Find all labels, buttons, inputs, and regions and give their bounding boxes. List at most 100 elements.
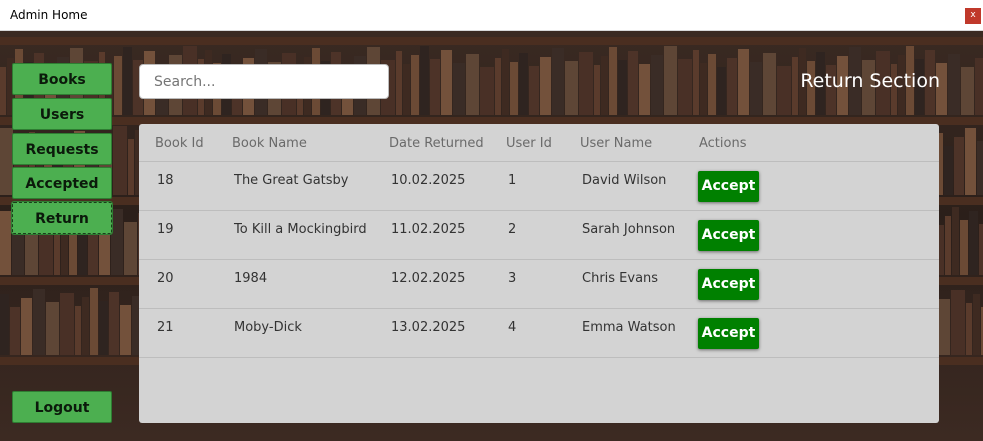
logout-button[interactable]: Logout [12,391,112,423]
column-header-user-name: User Name [580,136,653,151]
accept-button[interactable]: Accept [698,171,759,202]
book-spine [99,301,108,355]
column-header-book-name: Book Name [232,136,307,151]
book-spine [700,63,707,115]
cell-user-id: 3 [508,271,517,286]
cell-book-name: The Great Gatsby [234,173,349,188]
book-spine [88,227,98,275]
cell-user-id: 1 [508,173,517,188]
book-spine [420,46,429,115]
book-spine [975,58,983,115]
page-title: Return Section [800,70,940,92]
table-row: 21 Moby-Dick 13.02.2025 4 Emma Watson Ac… [139,309,939,358]
book-spine [123,47,132,115]
book-spine [502,49,509,115]
book-spine [708,54,716,115]
book-spine [124,222,137,275]
book-spine [480,67,494,115]
book-spine [466,54,479,115]
book-spine [966,303,972,355]
cell-book-id: 19 [157,222,174,237]
book-spine [441,50,452,115]
book-spine [0,294,9,355]
cell-user-id: 4 [508,320,517,335]
book-spine [618,60,627,115]
book-spine [33,289,45,355]
nav-return-button[interactable]: Return [11,201,113,235]
book-spine [965,128,976,195]
book-spine [628,51,638,115]
book-spine [717,67,726,115]
cell-book-id: 20 [157,271,174,286]
cell-date-returned: 11.02.2025 [391,222,466,237]
book-spine [495,58,501,115]
window-titlebar: Admin Home x [0,0,983,31]
accept-button[interactable]: Accept [698,220,759,251]
book-spine [403,64,410,115]
book-spine [10,307,20,355]
book-spine [46,302,59,355]
book-spine [128,139,134,195]
cell-date-returned: 13.02.2025 [391,320,466,335]
book-spine [651,55,663,115]
cell-user-id: 2 [508,222,517,237]
book-spine [977,141,983,195]
book-spine [411,55,419,115]
cell-book-id: 18 [157,173,174,188]
book-spine [944,146,953,195]
book-spine [510,62,518,115]
book-spine [678,59,692,115]
nav-accepted-button[interactable]: Accepted [12,167,112,199]
book-spine [120,305,131,355]
column-header-book-id: Book Id [155,136,204,151]
book-spine [777,66,791,115]
nav-requests-button[interactable]: Requests [12,133,112,165]
book-spine [60,293,74,355]
cell-user-name: Sarah Johnson [582,222,676,237]
book-spine [948,54,960,115]
book-spine [529,66,539,115]
book-spine [639,64,650,115]
book-spine [951,290,965,355]
book-spine [21,298,32,355]
book-spine [693,50,699,115]
accept-button[interactable]: Accept [698,269,759,300]
book-spine [111,209,123,275]
table-header: Book Id Book Name Date Returned User Id … [139,124,939,162]
nav-books-button[interactable]: Books [12,63,112,95]
accept-button[interactable]: Accept [698,318,759,349]
book-spine [960,220,968,275]
cell-book-name: To Kill a Mockingbird [234,222,367,237]
book-spine [90,288,98,355]
table-row: 18 The Great Gatsby 10.02.2025 1 David W… [139,162,939,211]
cell-user-name: Chris Evans [582,271,659,286]
table-row: 20 1984 12.02.2025 3 Chris Evans Accept [139,260,939,309]
book-spine [430,59,440,115]
book-spine [750,62,762,115]
book-spine [952,207,959,275]
cell-book-id: 21 [157,320,174,335]
column-header-actions: Actions [699,136,747,151]
book-spine [609,47,617,115]
book-spine [0,211,11,275]
book-spine [453,63,465,115]
column-header-user-id: User Id [506,136,552,151]
close-icon[interactable]: x [965,8,981,24]
cell-date-returned: 12.02.2025 [391,271,466,286]
book-spine [396,51,402,115]
cell-book-name: 1984 [234,271,268,286]
book-spine [738,49,749,115]
book-spine [594,65,600,115]
book-spine [579,52,593,115]
nav-users-button[interactable]: Users [12,98,112,130]
table-row: 19 To Kill a Mockingbird 11.02.2025 2 Sa… [139,211,939,260]
book-spine [82,297,89,355]
shelf-board [0,37,983,45]
book-spine [973,294,980,355]
book-spine [552,48,564,115]
returns-table: Book Id Book Name Date Returned User Id … [139,124,939,423]
book-spine [979,224,983,275]
cell-date-returned: 10.02.2025 [391,173,466,188]
book-spine [945,216,951,275]
search-input[interactable] [139,64,389,99]
